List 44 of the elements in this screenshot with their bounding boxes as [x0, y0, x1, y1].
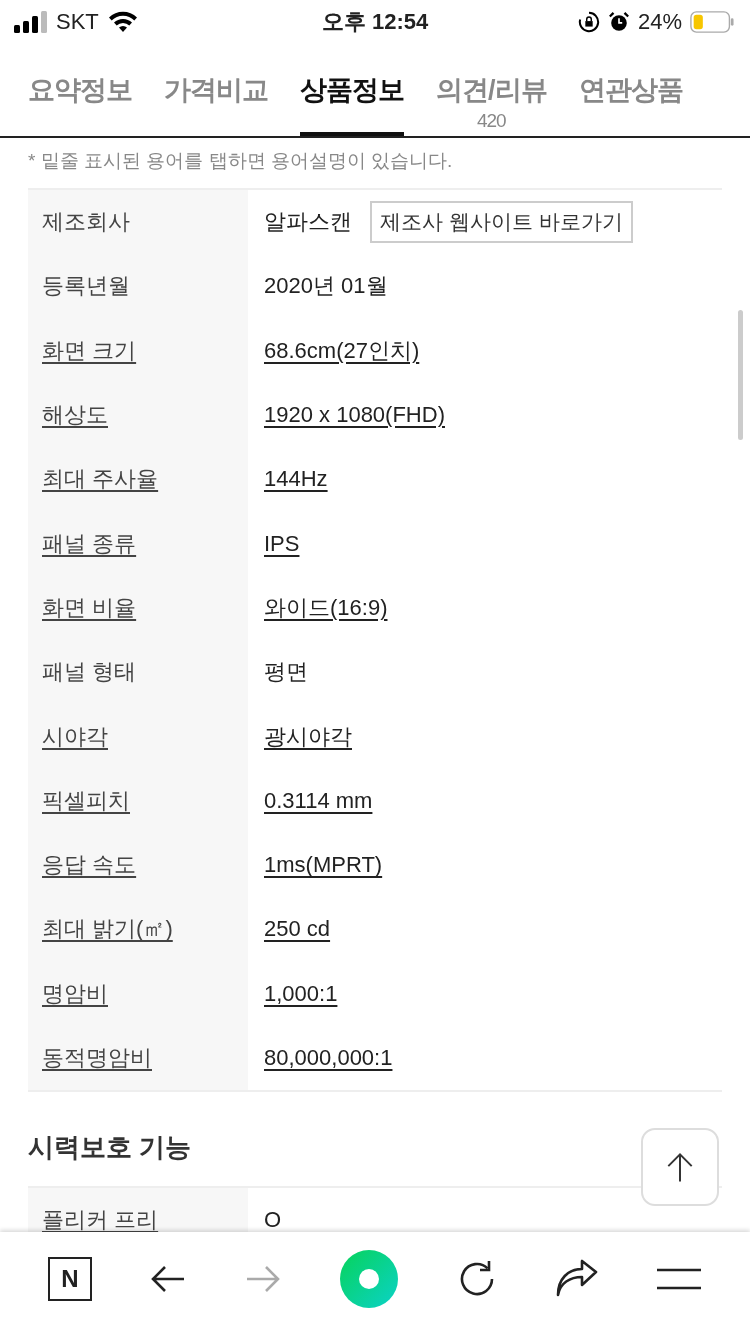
- tab[interactable]: 가격비교: [164, 44, 268, 136]
- value-link[interactable]: 144Hz: [264, 466, 328, 493]
- battery-percent: 24%: [637, 9, 682, 35]
- clock-time: 오후 12:54: [321, 8, 429, 36]
- value-link[interactable]: 1ms(MPRT): [264, 852, 383, 879]
- tab[interactable]: 연관상품: [578, 44, 683, 136]
- spec-value: 알파스캔: [264, 208, 352, 237]
- ring-icon[interactable]: [338, 1249, 399, 1309]
- value-link[interactable]: IPS: [264, 530, 300, 557]
- spec-label: 제조회사: [42, 208, 130, 237]
- term-link[interactable]: 명암비: [42, 978, 108, 1009]
- value-link[interactable]: 1920 x 1080(FHD): [264, 402, 445, 429]
- tab[interactable]: 의견/리뷰 420: [436, 44, 547, 136]
- term-link[interactable]: 해상도: [42, 400, 108, 431]
- help-note: * 밑줄 표시된 용어를 탭하면 용어설명이 있습니다.: [27, 149, 454, 173]
- value-link[interactable]: 광시야각: [264, 721, 352, 752]
- logo-button[interactable]: N: [47, 1257, 92, 1301]
- spec-value: O: [264, 1207, 282, 1234]
- value-link[interactable]: 80,000,000:1: [264, 1045, 393, 1071]
- spec-label: 패널 형태: [42, 658, 137, 687]
- website-button[interactable]: 제조사 웹사이트 바로가기: [370, 201, 633, 244]
- section-title: 시력보호 기능: [28, 1131, 192, 1165]
- value-link[interactable]: 와이드(16:9): [264, 592, 388, 623]
- term-link[interactable]: 픽셀피치: [42, 785, 130, 816]
- scroll-top-button[interactable]: [641, 1128, 719, 1206]
- spec-value: 평면: [264, 658, 308, 687]
- wifi-icon: [106, 10, 139, 34]
- signal-icon: [14, 11, 48, 33]
- tab[interactable]: 상품정보: [300, 44, 404, 136]
- review-count: 420: [476, 110, 506, 132]
- carrier-name: SKT: [56, 9, 99, 35]
- alarm-clock-icon: [607, 11, 630, 33]
- scrollbar[interactable]: [738, 310, 743, 440]
- value-link[interactable]: 250 cd: [264, 916, 331, 943]
- value-link[interactable]: 1,000:1: [264, 980, 338, 1007]
- term-link[interactable]: 시야각: [42, 721, 108, 752]
- menu-icon: [656, 1267, 703, 1291]
- battery-icon: [690, 11, 734, 33]
- value-link[interactable]: 0.3114 mm: [264, 787, 373, 814]
- value-link[interactable]: 68.6cm(27인치): [264, 335, 420, 366]
- rotation-lock-icon: [577, 11, 600, 33]
- tab[interactable]: 요약정보: [28, 44, 132, 136]
- spec-value: 2020년 01월: [264, 272, 388, 301]
- spec-label: 등록년월: [42, 272, 130, 301]
